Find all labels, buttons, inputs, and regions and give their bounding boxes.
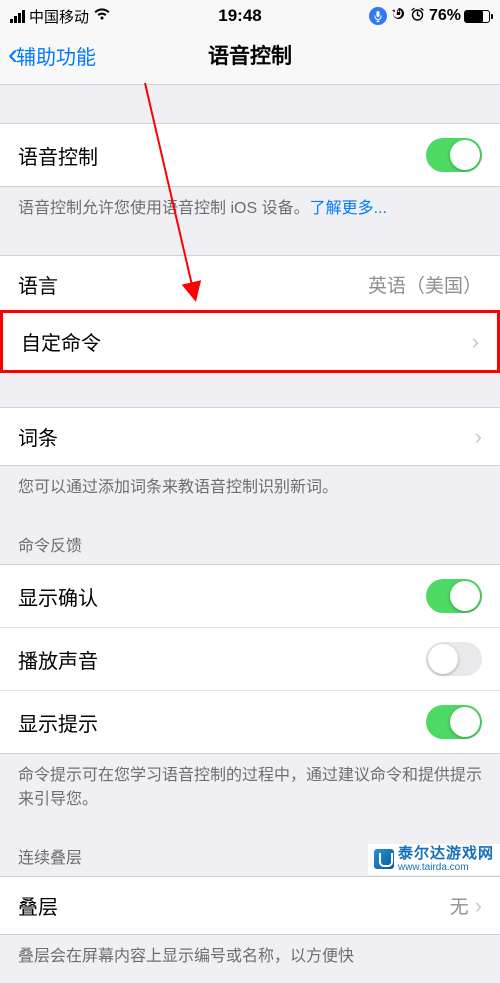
chevron-right-icon: › — [475, 893, 482, 919]
watermark-logo-icon — [374, 849, 394, 869]
language-commands-group: 语言 英语（美国） 自定命令 › — [0, 255, 500, 371]
vocabulary-cell[interactable]: 词条 › — [0, 408, 500, 465]
overlay-cell[interactable]: 叠层 无 › — [0, 877, 500, 934]
learn-more-link[interactable]: 了解更多... — [310, 200, 387, 217]
show-hints-cell[interactable]: 显示提示 — [0, 690, 500, 753]
vocabulary-footer: 您可以通过添加词条来教语音控制识别新词。 — [0, 466, 500, 514]
battery-percent: 76% — [429, 7, 461, 25]
status-left: 中国移动 — [10, 6, 111, 27]
custom-commands-cell[interactable]: 自定命令 › — [3, 313, 497, 370]
language-cell[interactable]: 语言 英语（美国） — [0, 256, 500, 313]
page-title: 语音控制 — [208, 40, 292, 70]
language-label: 语言 — [18, 270, 58, 299]
vocabulary-group: 词条 › — [0, 407, 500, 466]
watermark-name: 泰尔达游戏网 — [398, 846, 494, 863]
custom-commands-highlight: 自定命令 › — [0, 310, 500, 373]
custom-commands-label: 自定命令 — [21, 327, 101, 356]
voice-control-label: 语音控制 — [18, 141, 98, 170]
feedback-group: 显示确认 播放声音 显示提示 — [0, 564, 500, 754]
show-confirmation-cell[interactable]: 显示确认 — [0, 565, 500, 627]
battery-indicator: 76% — [429, 7, 490, 25]
show-hints-label: 显示提示 — [18, 708, 98, 737]
chevron-right-icon: › — [472, 329, 479, 355]
status-right: 76% — [369, 6, 490, 26]
alarm-icon — [410, 7, 425, 26]
watermark-url: www.tairda.com — [398, 862, 494, 873]
back-button[interactable]: ‹ 辅助功能 — [8, 40, 96, 70]
overlay-label: 叠层 — [18, 891, 58, 920]
feedback-header: 命令反馈 — [0, 514, 500, 564]
watermark: 泰尔达游戏网 www.tairda.com — [368, 844, 500, 876]
rotation-lock-icon — [391, 6, 406, 26]
nav-bar: ‹ 辅助功能 语音控制 — [0, 30, 500, 85]
overlay-footer: 叠层会在屏幕内容上显示编号或名称，以方便快 — [0, 935, 500, 983]
chevron-right-icon: › — [475, 424, 482, 450]
signal-icon — [10, 10, 25, 23]
voice-control-toggle-cell[interactable]: 语音控制 — [0, 124, 500, 186]
voice-control-group: 语音控制 — [0, 123, 500, 187]
voice-control-switch[interactable] — [426, 138, 482, 172]
show-confirmation-switch[interactable] — [426, 579, 482, 613]
play-sound-cell[interactable]: 播放声音 — [0, 627, 500, 690]
feedback-footer: 命令提示可在您学习语音控制的过程中，通过建议命令和提供提示来引导您。 — [0, 754, 500, 826]
wifi-icon — [93, 7, 111, 26]
play-sound-switch[interactable] — [426, 642, 482, 676]
status-time: 19:48 — [218, 6, 261, 26]
status-bar: 中国移动 19:48 76% — [0, 0, 500, 30]
vocabulary-label: 词条 — [18, 422, 58, 451]
voice-control-indicator-icon — [369, 7, 387, 25]
carrier-label: 中国移动 — [29, 6, 89, 27]
show-hints-switch[interactable] — [426, 705, 482, 739]
overlay-value: 无 › — [450, 892, 482, 919]
battery-icon — [464, 10, 490, 23]
back-label: 辅助功能 — [16, 41, 96, 70]
play-sound-label: 播放声音 — [18, 645, 98, 674]
voice-control-footer: 语音控制允许您使用语音控制 iOS 设备。了解更多... — [0, 187, 500, 235]
language-value: 英语（美国） — [368, 271, 482, 298]
overlay-group: 叠层 无 › — [0, 876, 500, 935]
show-confirmation-label: 显示确认 — [18, 582, 98, 611]
